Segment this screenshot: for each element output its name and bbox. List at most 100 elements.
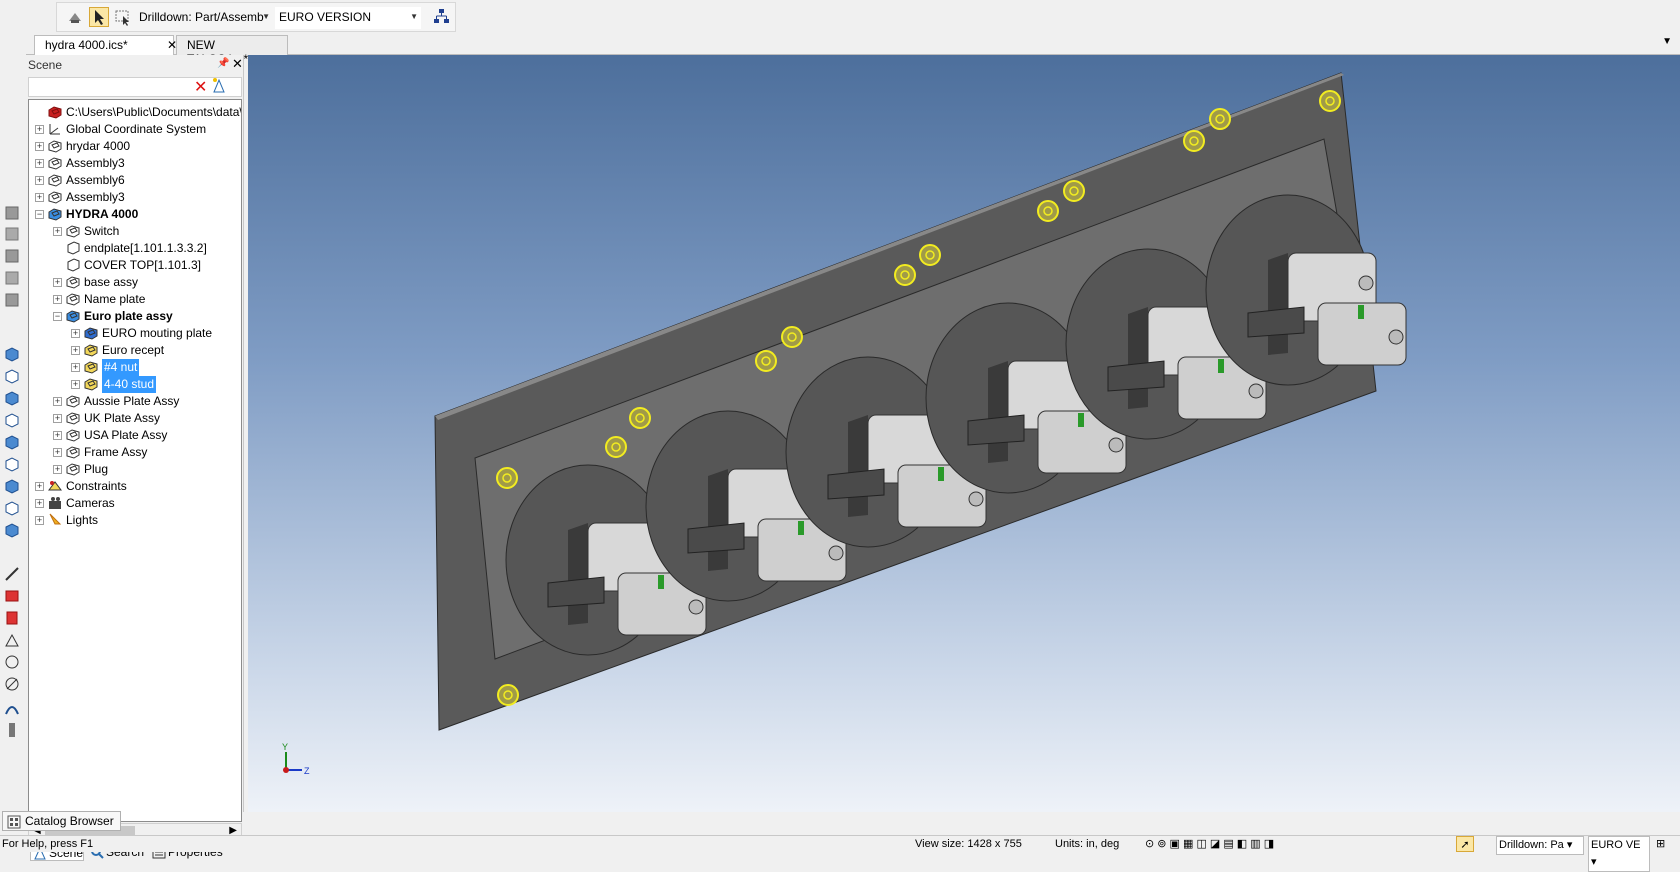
part-blue-icon bbox=[84, 327, 98, 340]
cube-back-icon[interactable] bbox=[4, 456, 20, 472]
view-top-icon[interactable] bbox=[4, 292, 20, 308]
collapse-icon[interactable]: − bbox=[53, 312, 62, 321]
expand-icon[interactable]: + bbox=[35, 516, 44, 525]
close-panel-icon[interactable]: ✕ bbox=[232, 56, 243, 72]
cube-top-icon[interactable] bbox=[4, 412, 20, 428]
expand-icon[interactable]: + bbox=[53, 397, 62, 406]
assembly-tree-icon[interactable] bbox=[431, 7, 451, 27]
tree-row[interactable]: − Euro plate assy bbox=[29, 308, 241, 325]
tree-row[interactable]: +4-40 stud bbox=[29, 376, 241, 393]
expand-icon[interactable]: + bbox=[53, 465, 62, 474]
drilldown-select[interactable]: Drilldown: Part/Assemb ▼ bbox=[135, 7, 273, 29]
status-toolbar-icons[interactable]: ⊙ ⊚ ▣ ▦ ◫ ◪ ▤ ◧ ▥ ◨ bbox=[1145, 836, 1274, 853]
collapse-icon[interactable]: − bbox=[35, 210, 44, 219]
view-front-icon[interactable] bbox=[4, 205, 20, 221]
tree-row[interactable]: − HYDRA 4000 bbox=[29, 206, 241, 223]
select-arrow-icon[interactable] bbox=[89, 7, 109, 27]
expand-icon[interactable]: + bbox=[35, 176, 44, 185]
version-select[interactable]: EURO VERSION ▼ bbox=[275, 7, 421, 29]
expand-icon[interactable]: + bbox=[53, 227, 62, 236]
tree-row[interactable]: + USA Plate Assy bbox=[29, 427, 241, 444]
cube-iso-icon[interactable] bbox=[4, 346, 20, 362]
tree-row[interactable]: + Assembly6 bbox=[29, 172, 241, 189]
tree-row[interactable]: + Cameras bbox=[29, 495, 241, 512]
tree-row[interactable]: + hrydar 4000 bbox=[29, 138, 241, 155]
tree-row[interactable]: + Switch bbox=[29, 223, 241, 240]
expand-icon[interactable]: + bbox=[53, 295, 62, 304]
expand-icon[interactable]: + bbox=[53, 414, 62, 423]
expand-icon[interactable]: + bbox=[53, 278, 62, 287]
tree-row[interactable]: + Aussie Plate Assy bbox=[29, 393, 241, 410]
cube-right-icon[interactable] bbox=[4, 500, 20, 516]
status-drilldown-select[interactable]: Drilldown: Pa ▾ bbox=[1496, 836, 1584, 855]
status-select-arrow-icon[interactable]: ➚ bbox=[1456, 836, 1474, 852]
tree-row[interactable]: C:\Users\Public\Documents\data\2 bbox=[29, 104, 241, 121]
coordinate-system-icon bbox=[49, 124, 60, 135]
cube-bottom-icon[interactable] bbox=[4, 434, 20, 450]
tree-row[interactable]: + UK Plate Assy bbox=[29, 410, 241, 427]
cube-left-icon[interactable] bbox=[4, 478, 20, 494]
spin-icon[interactable] bbox=[4, 676, 20, 692]
tree-row[interactable]: + Assembly3 bbox=[29, 189, 241, 206]
angle-icon[interactable] bbox=[4, 632, 20, 648]
curve-icon[interactable] bbox=[4, 700, 20, 716]
tree-row[interactable]: + EURO mouting plate bbox=[29, 325, 241, 342]
expand-icon[interactable]: + bbox=[35, 125, 44, 134]
expand-icon[interactable]: + bbox=[35, 482, 44, 491]
tree-row[interactable]: COVER TOP[1.101.3] bbox=[29, 257, 241, 274]
pin-icon[interactable]: 📌 bbox=[217, 58, 229, 69]
tree-row[interactable]: + Constraints bbox=[29, 478, 241, 495]
cube-front-icon[interactable] bbox=[4, 368, 20, 384]
ruler-icon[interactable] bbox=[4, 722, 20, 738]
scene-tree[interactable]: C:\Users\Public\Documents\data\2 + Global … bbox=[28, 99, 242, 822]
rotate-icon[interactable] bbox=[4, 654, 20, 670]
tree-row-label: Assembly3 bbox=[66, 156, 125, 170]
tree-row[interactable]: + Euro recept bbox=[29, 342, 241, 359]
tree-row[interactable]: + #4 nut bbox=[29, 359, 241, 376]
assembly-yellow-icon bbox=[84, 361, 98, 374]
tree-row[interactable]: + Name plate bbox=[29, 291, 241, 308]
tree-row[interactable]: + Plug bbox=[29, 461, 241, 478]
measure-icon[interactable] bbox=[4, 566, 20, 582]
tree-row-label: hrydar 4000 bbox=[66, 139, 131, 153]
select-box-icon[interactable] bbox=[113, 7, 133, 27]
tree-row-label: C:\Users\Public\Documents\data\2 bbox=[66, 105, 242, 119]
expand-icon[interactable]: + bbox=[53, 448, 62, 457]
expand-icon[interactable]: + bbox=[35, 193, 44, 202]
filter-options-icon[interactable] bbox=[210, 76, 228, 94]
3d-viewport[interactable]: Y Z bbox=[248, 55, 1680, 812]
section-icon[interactable] bbox=[4, 588, 20, 604]
tree-row[interactable]: + Frame Assy bbox=[29, 444, 241, 461]
tab-list-dropdown-icon[interactable]: ▼ bbox=[1662, 36, 1672, 47]
left-tool-strip bbox=[0, 180, 24, 780]
cube-side-icon[interactable] bbox=[4, 390, 20, 406]
tree-row[interactable]: endplate[1.101.1.3.3.2] bbox=[29, 240, 241, 257]
tree-row[interactable]: + base assy bbox=[29, 274, 241, 291]
clear-filter-icon[interactable]: ✕ bbox=[194, 77, 207, 97]
explode-icon[interactable] bbox=[4, 610, 20, 626]
cube-shaded-icon[interactable] bbox=[4, 522, 20, 538]
expand-icon[interactable]: + bbox=[71, 346, 80, 355]
view-back-icon[interactable] bbox=[4, 226, 20, 242]
expand-icon[interactable]: + bbox=[35, 159, 44, 168]
expand-icon[interactable]: + bbox=[71, 363, 80, 372]
status-version-select[interactable]: EURO VE ▾ bbox=[1588, 836, 1650, 872]
tab-new-talos[interactable]: NEW TALOS.ics* bbox=[176, 35, 288, 66]
tree-row-label: #4 nut bbox=[102, 359, 140, 376]
view-right-icon[interactable] bbox=[4, 270, 20, 286]
catalog-browser-button[interactable]: Catalog Browser bbox=[2, 811, 121, 831]
status-tree-icon[interactable]: ⊞ bbox=[1656, 836, 1665, 853]
tree-row[interactable]: + Assembly3 bbox=[29, 155, 241, 172]
hydra-4000-model[interactable]: Y Z bbox=[248, 55, 1680, 812]
expand-icon[interactable]: + bbox=[53, 431, 62, 440]
tab-hydra-4000[interactable]: hydra 4000.ics* ✕ bbox=[34, 35, 177, 55]
expand-icon[interactable]: + bbox=[71, 329, 80, 338]
view-left-icon[interactable] bbox=[4, 248, 20, 264]
expand-icon[interactable]: + bbox=[35, 499, 44, 508]
tree-row[interactable]: + Lights bbox=[29, 512, 241, 529]
expand-icon[interactable]: + bbox=[71, 380, 80, 389]
tree-row[interactable]: + Global Coordinate System bbox=[29, 121, 241, 138]
move-icon[interactable] bbox=[65, 7, 85, 27]
expand-icon[interactable]: + bbox=[35, 142, 44, 151]
hex-nut bbox=[605, 436, 627, 458]
